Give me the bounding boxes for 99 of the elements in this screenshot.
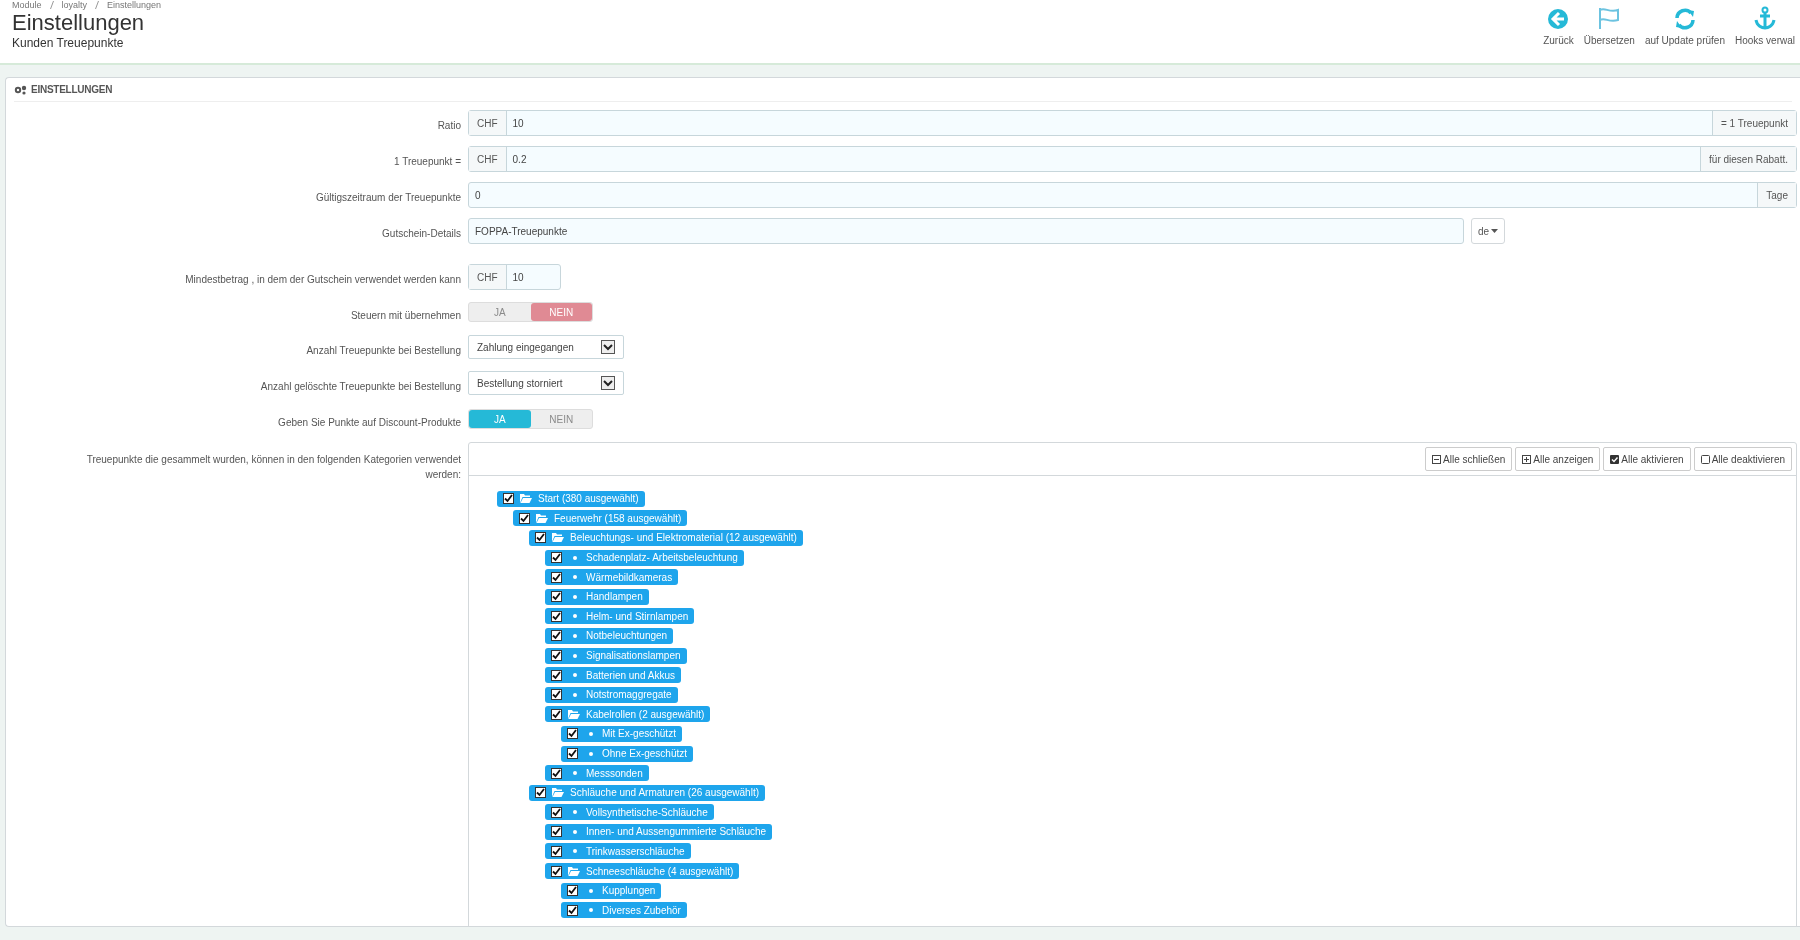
tree-item[interactable]: Kupplungen (561, 882, 662, 899)
tree-item[interactable]: Innen- und Aussengummierte Schläuche (545, 823, 773, 840)
checked-square-icon (1610, 454, 1620, 464)
checkbox[interactable] (551, 610, 562, 622)
checkbox[interactable] (535, 532, 546, 544)
tree-item[interactable]: Schneeschläuche (4 ausgewählt) (545, 863, 740, 880)
chevron-down-icon (601, 376, 615, 390)
tree-item[interactable]: Ohne Ex-geschützt (561, 745, 694, 762)
toolbar-button[interactable]: auf Update prüfen (1639, 4, 1730, 48)
toggle-option[interactable]: JA (469, 303, 531, 321)
folder-icon (568, 866, 580, 876)
toggle-option[interactable]: NEIN (530, 303, 592, 321)
empty-square-icon (1700, 454, 1710, 464)
field-label: Anzahl Treuepunkte bei Bestellung (305, 344, 461, 358)
field-label: 1 Treuepunkt = (393, 155, 461, 169)
folder-icon (552, 788, 564, 798)
toggle-option[interactable]: JA (469, 410, 531, 428)
checkbox[interactable] (551, 650, 562, 662)
checkbox[interactable] (567, 748, 578, 759)
checkbox[interactable] (567, 904, 578, 916)
folder-icon (568, 709, 580, 719)
page-subtitle: Kunden Treuepunkte (12, 36, 125, 50)
anchor-icon (1754, 6, 1776, 30)
checkbox[interactable] (551, 689, 562, 701)
toolbar-button[interactable]: Hooks verwal (1729, 4, 1800, 48)
checkbox[interactable] (551, 767, 562, 779)
folder-icon (520, 494, 532, 504)
tree-item[interactable]: Handlampen (545, 588, 649, 605)
checkbox[interactable] (551, 865, 562, 877)
checkbox[interactable] (551, 846, 562, 857)
page-title: Einstellungen (12, 10, 146, 36)
tree-action-button[interactable]: Alle schließen (1425, 447, 1513, 471)
checkbox[interactable] (567, 885, 578, 897)
checkbox[interactable] (535, 787, 546, 799)
toggle-option[interactable]: NEIN (530, 410, 592, 428)
tree-action-button[interactable]: Alle anzeigen (1515, 447, 1601, 471)
breadcrumb-link[interactable]: Module (12, 0, 42, 10)
tree-item[interactable]: Helm- und Stirnlampen (545, 608, 695, 625)
checkbox[interactable] (519, 512, 530, 524)
checkbox[interactable] (551, 630, 562, 642)
tree-item[interactable]: Feuerwehr (158 ausgewählt) (513, 510, 688, 527)
tree-item[interactable]: Signalisationslampen (545, 647, 687, 664)
breadcrumb-link[interactable]: Einstellungen (107, 0, 162, 10)
field-label: Gutschein-Details (381, 227, 461, 241)
tree-action-button[interactable]: Alle aktivieren (1603, 447, 1691, 471)
checkbox[interactable] (551, 591, 562, 603)
checkbox[interactable] (551, 571, 562, 583)
chevron-down-icon (601, 340, 615, 354)
select-dropdown[interactable]: Zahlung eingegangen (468, 335, 624, 359)
input-group[interactable]: 0 Tage (468, 182, 1797, 208)
caret-icon (1491, 229, 1499, 233)
checkbox[interactable] (551, 669, 562, 681)
slash-separator-icon (95, 1, 100, 9)
toolbar-button[interactable]: Übersetzen (1578, 4, 1640, 48)
input-group[interactable]: FOPPA-Treuepunkte (468, 218, 1464, 244)
breadcrumb-link[interactable]: loyalty (61, 0, 88, 10)
tree-item[interactable]: Diverses Zubehör (561, 902, 687, 919)
checkbox[interactable] (503, 493, 514, 505)
flag-icon (1597, 6, 1622, 30)
checkbox[interactable] (567, 728, 578, 740)
field-label: Ratio (436, 119, 461, 133)
checkbox[interactable] (551, 806, 562, 818)
field-label: Treuepunkte die gesammelt wurden, können in den folgenden Kategorien verwendet werden: (85, 453, 461, 482)
gears-icon (14, 84, 27, 95)
field-label: Steuern mit übernehmen (349, 309, 461, 323)
checkbox[interactable] (551, 826, 562, 838)
tree-item[interactable]: Batterien und Akkus (545, 667, 681, 684)
tree-item[interactable]: Schadenplatz- Arbeitsbeleuchtung (545, 549, 744, 566)
input-group[interactable]: CHF 10 = 1 Treuepunkt (468, 110, 1797, 136)
tree-item[interactable]: Beleuchtungs- und Elektromaterial (12 ausgewählt) (529, 530, 803, 546)
tree-action-button[interactable]: Alle deaktivieren (1693, 447, 1792, 471)
field-label: Mindestbetrag , in dem der Gutschein verwendet werden kann (184, 273, 461, 287)
tree-item[interactable]: Notstromaggregate (545, 686, 678, 703)
panel-heading: EINSTELLUNGEN (14, 78, 1792, 102)
plus-square-icon (1522, 454, 1532, 464)
tree-item[interactable]: Notbeleuchtungen (545, 627, 674, 644)
tree-item[interactable]: Wärmebildkameras (545, 569, 679, 586)
slash-separator-icon (49, 1, 54, 9)
field-label: Geben Sie Punkte auf Discount-Produkte (277, 416, 461, 430)
field-label: Gültigszeitraum der Treuepunkte (314, 191, 461, 205)
input-group[interactable]: CHF 10 (468, 264, 561, 290)
tree-item[interactable]: Kabelrollen (2 ausgewählt) (545, 706, 711, 723)
folder-icon (536, 513, 548, 523)
tree-item[interactable]: Vollsynthetische-Schläuche (545, 804, 714, 821)
refresh-icon (1673, 8, 1696, 30)
toolbar-button[interactable]: Zurück (1538, 4, 1579, 48)
checkbox[interactable] (551, 552, 562, 564)
tree-item[interactable]: Start (380 ausgewählt) (497, 490, 645, 507)
input-group[interactable]: CHF 0.2 für diesen Rabatt. (468, 146, 1797, 172)
tree-item[interactable]: Messsonden (545, 765, 649, 782)
language-dropdown[interactable]: de (1471, 218, 1506, 244)
tree-item[interactable]: Schläuche und Armaturen (26 ausgewählt) (529, 784, 765, 801)
tree-item[interactable]: Trinkwasserschläuche (545, 843, 691, 860)
select-dropdown[interactable]: Bestellung storniert (468, 371, 624, 395)
tree-item[interactable]: Mit Ex-geschützt (561, 725, 682, 742)
folder-icon (552, 533, 564, 543)
field-label: Anzahl gelöschte Treuepunkte bei Bestellung (259, 380, 461, 394)
minus-square-icon (1432, 454, 1442, 464)
checkbox[interactable] (551, 708, 562, 720)
